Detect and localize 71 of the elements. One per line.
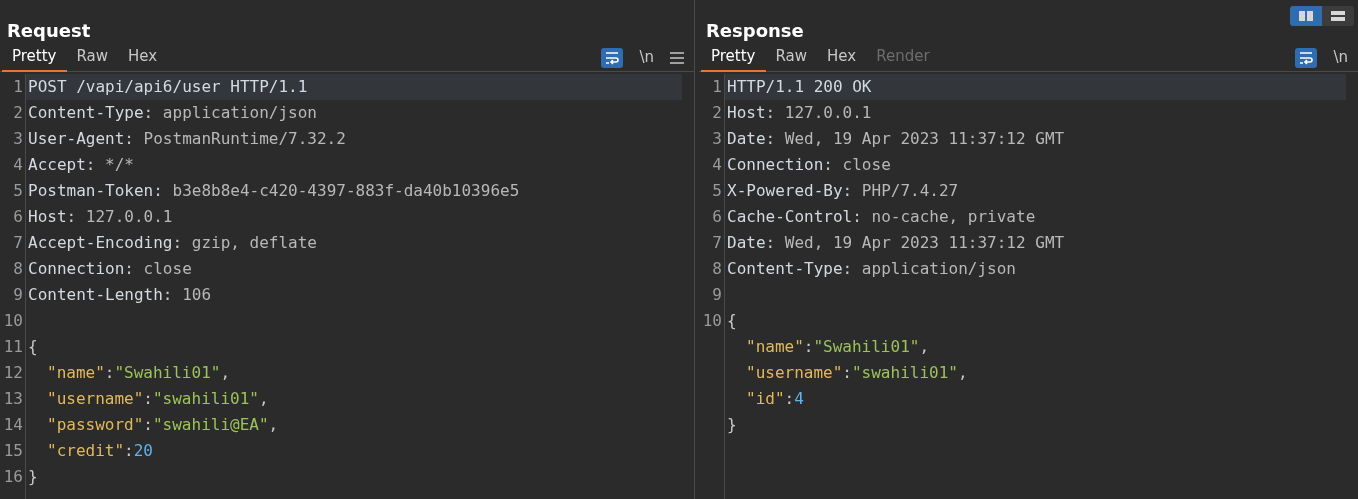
line-number: 10 [3, 311, 23, 330]
line-number: 2 [13, 103, 23, 122]
code-line: "id":4 [746, 389, 804, 408]
line-number: 3 [712, 129, 722, 148]
code-line: { [28, 337, 38, 356]
view-tab[interactable]: Pretty [701, 43, 766, 72]
line-number: 4 [712, 155, 722, 174]
view-tab[interactable]: Pretty [2, 43, 67, 72]
menu-icon[interactable] [670, 51, 684, 64]
side-by-side-layout-button[interactable] [1290, 6, 1322, 26]
view-tab[interactable]: Hex [118, 43, 168, 72]
newline-toggle[interactable]: \n [639, 46, 654, 69]
word-wrap-icon[interactable] [601, 47, 624, 68]
code-line: "username":"swahili01", [47, 389, 269, 408]
line-number: 12 [3, 363, 23, 382]
line-number: 4 [13, 155, 23, 174]
code-line: POST /vapi/api6/user HTTP/1.1 [28, 77, 308, 96]
code-line: Host: 127.0.0.1 [727, 103, 872, 122]
panel-title: Request [7, 22, 91, 40]
line-number: 2 [712, 103, 722, 122]
columns-icon [1298, 10, 1314, 22]
code-line: Date: Wed, 19 Apr 2023 11:37:12 GMT [727, 233, 1065, 252]
code-line: Content-Type: application/json [727, 259, 1016, 278]
code-line: "password":"swahili@EA", [47, 415, 279, 434]
line-number: 8 [712, 259, 722, 278]
code-line: "credit":20 [47, 441, 153, 460]
code-line: Date: Wed, 19 Apr 2023 11:37:12 GMT [727, 129, 1065, 148]
view-tab[interactable]: Raw [66, 43, 119, 72]
line-number: 9 [13, 285, 23, 304]
line-number: 7 [13, 233, 23, 252]
code-line: } [727, 415, 737, 434]
code-line: Accept-Encoding: gzip, deflate [28, 233, 317, 252]
line-number: 14 [3, 415, 23, 434]
view-tab[interactable]: Raw [765, 43, 818, 72]
code-line: Connection: close [28, 259, 192, 278]
line-number: 15 [3, 441, 23, 460]
code-line: { [727, 311, 737, 330]
code-line: Postman-Token: b3e8b8e4-c420-4397-883f-da40b10396e5 [28, 181, 520, 200]
line-number: 1 [712, 77, 722, 96]
code-line: User-Agent: PostmanRuntime/7.32.2 [28, 129, 346, 148]
panel-title: Response [706, 22, 804, 40]
code-line: } [28, 467, 38, 486]
word-wrap-icon[interactable] [1295, 47, 1318, 68]
code-line: Content-Type: application/json [28, 103, 317, 122]
line-number: 16 [3, 467, 23, 486]
code-line: Content-Length: 106 [28, 285, 212, 304]
line-number: 13 [3, 389, 23, 408]
line-number: 9 [712, 285, 722, 304]
line-number: 11 [3, 337, 23, 356]
line-number: 1 [13, 77, 23, 96]
code-line: HTTP/1.1 200 OK [727, 77, 872, 96]
code-line: Host: 127.0.0.1 [28, 207, 173, 226]
code-line: "username":"swahili01", [746, 363, 968, 382]
line-number: 6 [712, 207, 722, 226]
code-line: Cache-Control: no-cache, private [727, 207, 1036, 226]
line-number: 7 [712, 233, 722, 252]
code-line: Connection: close [727, 155, 891, 174]
code-line: "name":"Swahili01", [746, 337, 930, 356]
stacked-layout-button[interactable] [1322, 6, 1354, 26]
newline-toggle[interactable]: \n [1333, 46, 1348, 69]
code-line: "name":"Swahili01", [47, 363, 231, 382]
view-tab[interactable]: Hex [817, 43, 867, 72]
line-number: 3 [13, 129, 23, 148]
line-number: 6 [13, 207, 23, 226]
rows-icon [1330, 10, 1346, 22]
code-line: X-Powered-By: PHP/7.4.27 [727, 181, 959, 200]
line-number: 8 [13, 259, 23, 278]
line-number: 10 [702, 311, 722, 330]
line-number: 5 [13, 181, 23, 200]
line-number: 5 [712, 181, 722, 200]
code-line: Accept: */* [28, 155, 134, 174]
